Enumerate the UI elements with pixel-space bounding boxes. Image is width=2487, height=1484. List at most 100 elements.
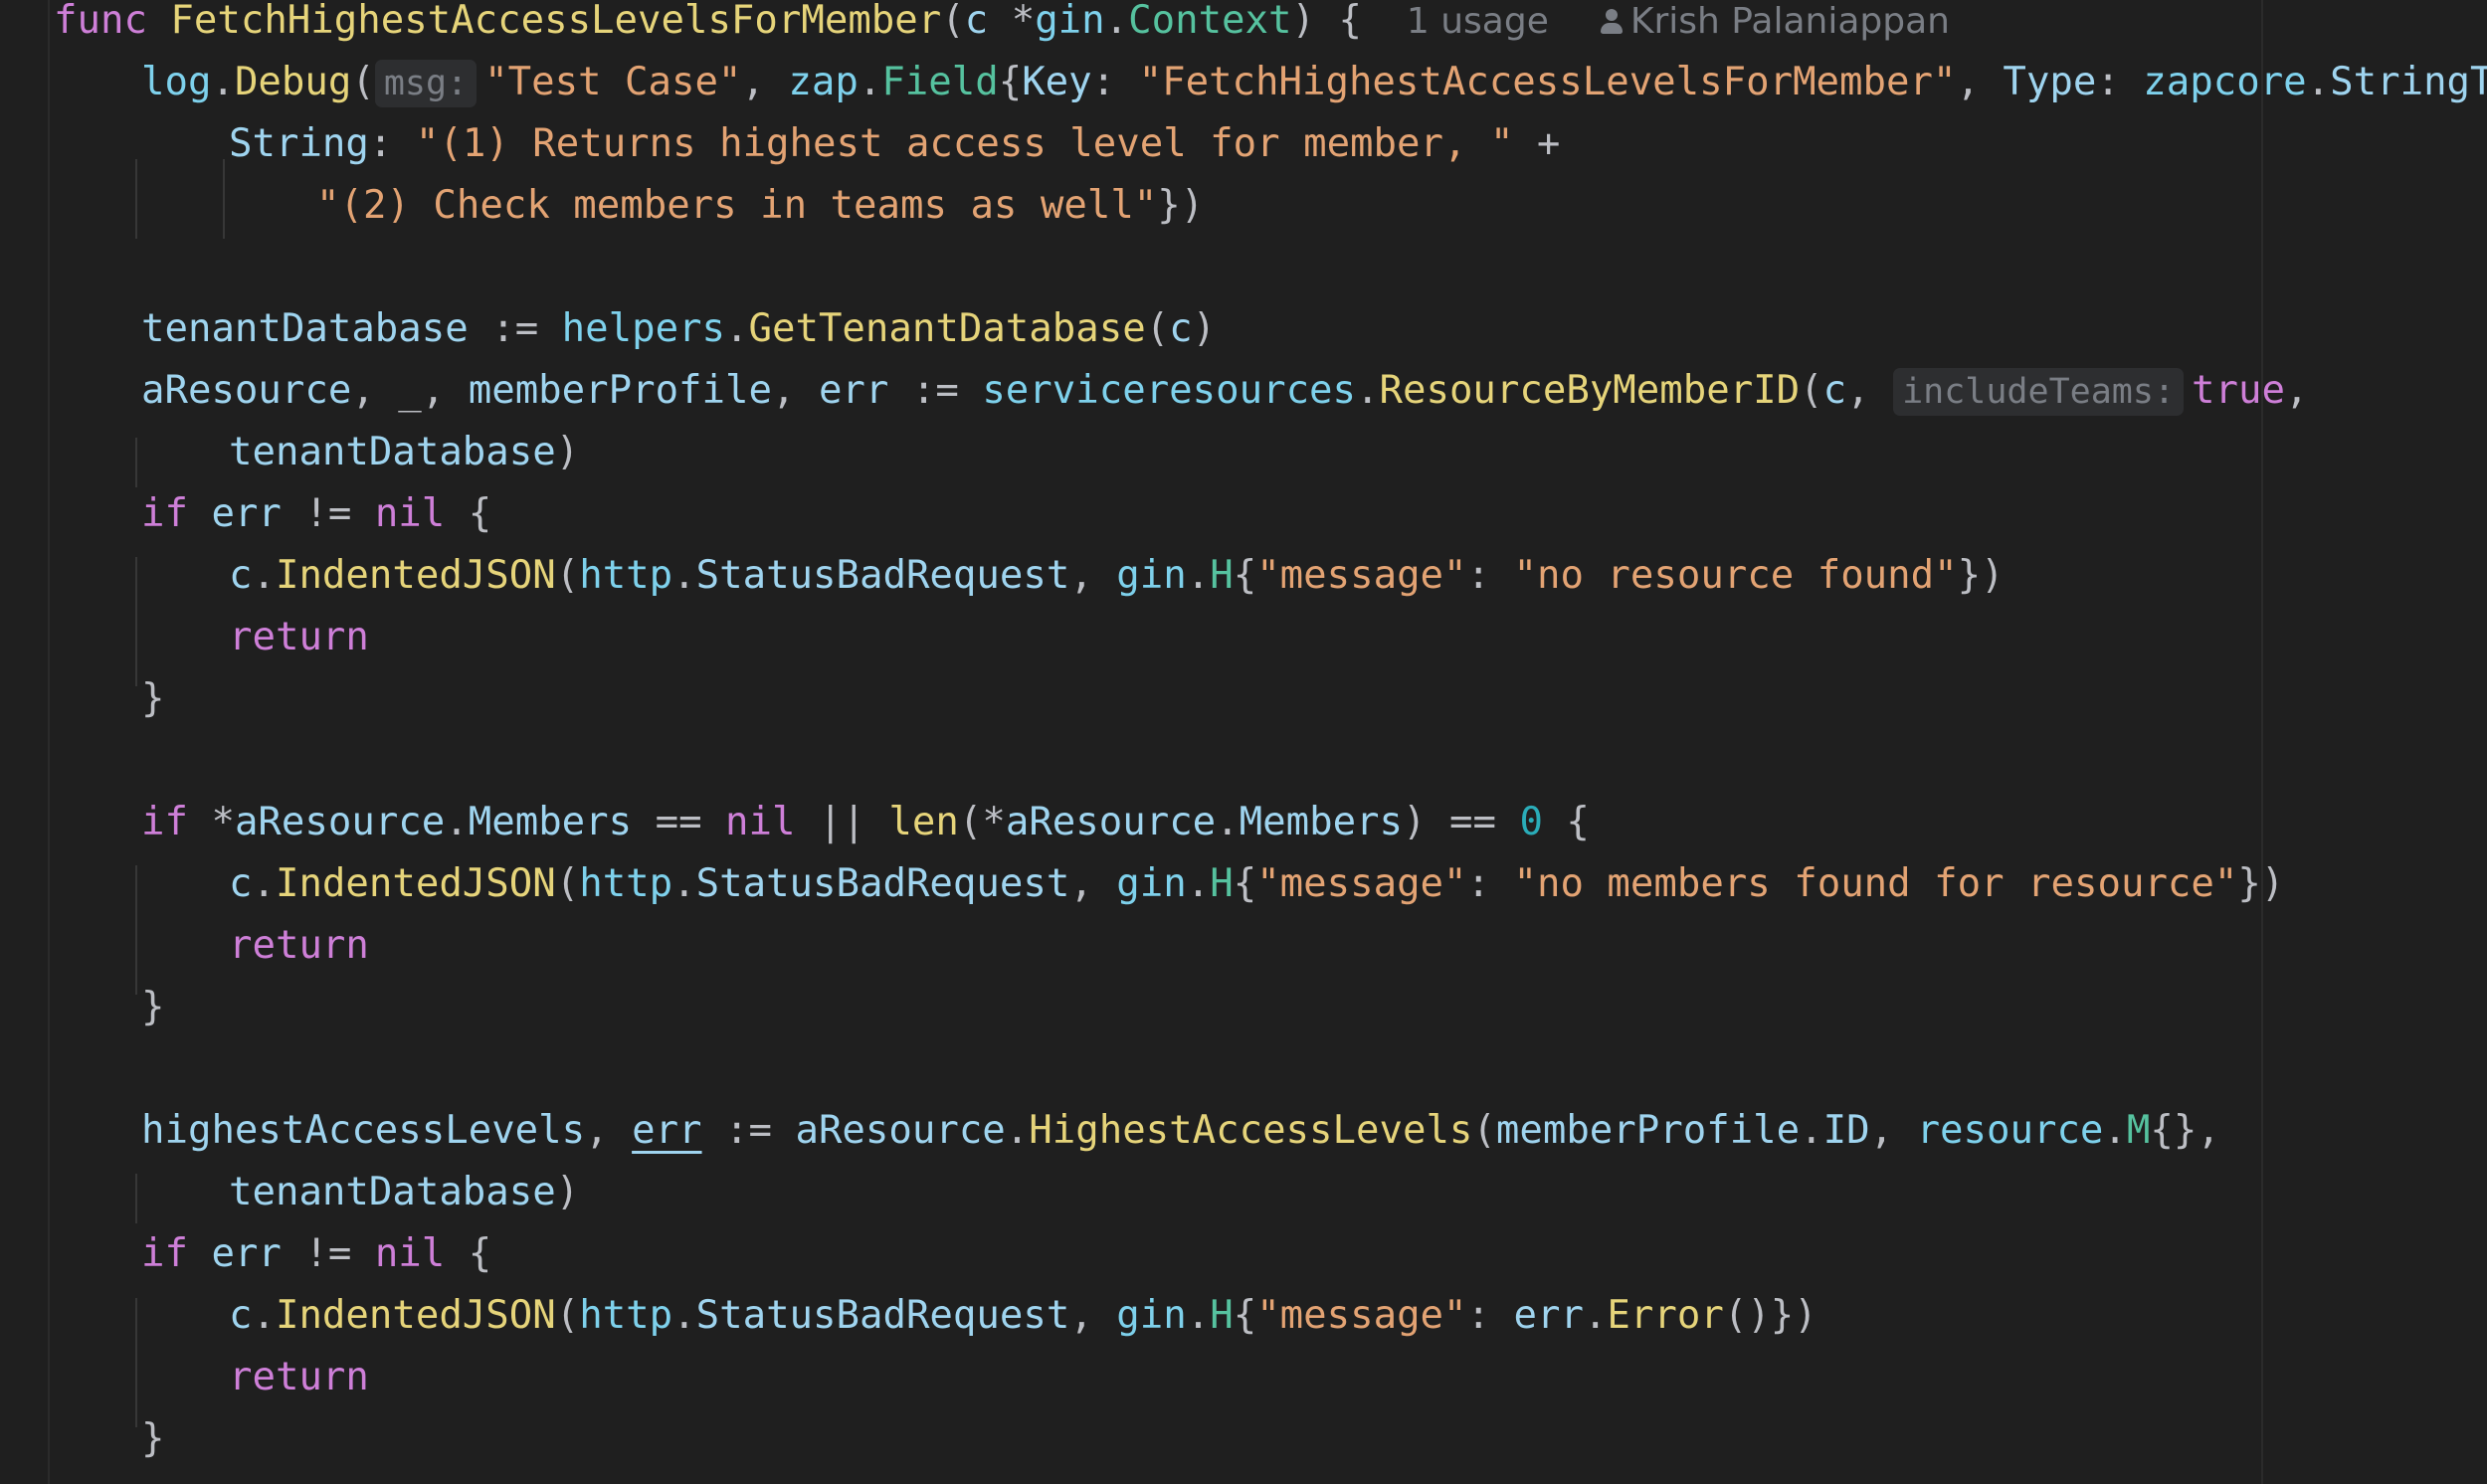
usage-count-label[interactable]: 1 usage [1395, 1, 1549, 42]
code-token: , [771, 368, 819, 413]
code-line[interactable]: c.IndentedJSON(http.StatusBadRequest, gi… [229, 545, 2005, 607]
code-token: IndentedJSON [275, 861, 556, 906]
code-token: { [1233, 553, 1257, 598]
code-token: . [1005, 1108, 1030, 1153]
code-line[interactable]: aResource, _, memberProfile, err := serv… [141, 360, 2308, 422]
code-token: . [1186, 1293, 1211, 1338]
code-line[interactable]: "(2) Check members in teams as well"}) [316, 175, 1204, 237]
code-token: , [1069, 553, 1117, 598]
code-line[interactable]: String: "(1) Returns highest access leve… [229, 113, 1560, 175]
code-line[interactable]: if *aResource.Members == nil || len(*aRe… [141, 792, 1590, 853]
code-token: M [2126, 1108, 2151, 1153]
code-token: ( [555, 553, 580, 598]
code-token: memberProfile [1495, 1108, 1801, 1153]
code-token: Error [1607, 1293, 1724, 1338]
code-token: ( [1472, 1108, 1496, 1153]
code-token: aResource [234, 800, 446, 844]
code-token: : [1466, 1293, 1514, 1338]
code-token: ID [1822, 1108, 1870, 1153]
code-token: 0 [1519, 800, 1543, 844]
code-token: . [2306, 60, 2331, 104]
code-line[interactable]: c.IndentedJSON(http.StatusBadRequest, gi… [229, 1285, 1817, 1347]
code-token: gin [1035, 0, 1105, 43]
code-token: + [1513, 121, 1561, 166]
code-token: }) [2237, 861, 2285, 906]
code-line[interactable]: } [141, 1408, 164, 1470]
code-line[interactable]: tenantDatabase) [229, 1162, 579, 1223]
code-line[interactable]: log.Debug(msg: "Test Case", zap.Field{Key… [141, 52, 2487, 113]
code-token: FetchHighestAccessLevelsForMember [170, 0, 942, 43]
code-line[interactable]: return [229, 915, 369, 977]
code-token: Members [468, 800, 633, 844]
code-token: . [1583, 1293, 1608, 1338]
code-token: * [211, 800, 235, 844]
code-token: c [1822, 368, 1847, 413]
code-token: , [2284, 368, 2309, 413]
code-line[interactable]: func FetchHighestAccessLevelsForMember(c… [54, 0, 1950, 52]
code-token: GetTenantDatabase [748, 306, 1146, 351]
code-token: ( [555, 861, 580, 906]
code-token: err [211, 1231, 282, 1276]
code-token: ()}) [1723, 1293, 1817, 1338]
code-token: HighestAccessLevels [1029, 1108, 1473, 1153]
code-line[interactable]: tenantDatabase) [229, 422, 579, 483]
code-token: aResource [795, 1108, 1006, 1153]
code-token: IndentedJSON [275, 1293, 556, 1338]
code-token: . [858, 60, 882, 104]
code-token: . [1800, 1108, 1823, 1153]
code-line[interactable]: } [141, 977, 164, 1038]
code-token: , [1869, 1108, 1917, 1153]
code-line[interactable]: tenantDatabase := helpers.GetTenantDatab… [141, 298, 1216, 360]
code-token: "no resource found" [1513, 553, 1958, 598]
code-token: gin [1116, 861, 1187, 906]
code-token: c [1169, 306, 1193, 351]
code-token: != [281, 491, 375, 536]
code-token: ( [941, 0, 965, 43]
code-line[interactable]: } [141, 668, 164, 730]
code-token: "(2) Check members in teams as well" [316, 183, 1158, 228]
code-token: : [368, 121, 416, 166]
code-token: || [795, 800, 889, 844]
code-editor[interactable]: func FetchHighestAccessLevelsForMember(c… [0, 0, 2487, 1484]
code-token: . [672, 861, 696, 906]
code-token: err [632, 1108, 702, 1153]
code-line[interactable]: if err != nil { [141, 483, 491, 545]
code-token: helpers [561, 306, 726, 351]
code-token: . [725, 306, 749, 351]
indent-guide [135, 1298, 137, 1427]
code-token: tenantDatabase [229, 1170, 556, 1214]
code-line[interactable]: return [229, 607, 369, 668]
code-line[interactable]: c.IndentedJSON(http.StatusBadRequest, gi… [229, 853, 2284, 915]
code-token: aResource [1005, 800, 1217, 844]
code-token: http [579, 861, 673, 906]
code-token: StringType [2330, 60, 2487, 104]
code-token: , [1069, 861, 1117, 906]
code-token: serviceresources [982, 368, 1357, 413]
code-token: , [585, 1108, 633, 1153]
code-token: "no members found for resource" [1513, 861, 2238, 906]
code-line[interactable]: if err != nil { [141, 1223, 491, 1285]
code-line[interactable]: highestAccessLevels, err := aResource.Hi… [141, 1100, 2220, 1162]
indent-guide [135, 159, 137, 239]
code-token: c [229, 553, 253, 598]
code-token: StatusBadRequest [695, 1293, 1070, 1338]
code-token: true [2192, 368, 2285, 413]
code-token: * [1011, 0, 1036, 43]
code-token: != [281, 1231, 375, 1276]
code-token: }) [1957, 553, 2005, 598]
code-token: ( [1145, 306, 1170, 351]
code-token: H [1210, 1293, 1234, 1338]
code-token: { [1233, 861, 1257, 906]
right-margin-guide [2261, 0, 2263, 1484]
code-token: c [964, 0, 1012, 43]
code-line[interactable]: return [229, 1347, 369, 1408]
code-token: : [1466, 553, 1514, 598]
code-token: . [252, 553, 276, 598]
code-token: err [818, 368, 889, 413]
code-token: gin [1116, 553, 1187, 598]
code-token: nil [725, 800, 796, 844]
code-token: , [1956, 60, 2004, 104]
code-token: . [2103, 1108, 2127, 1153]
author-label[interactable]: Krish Palaniappan [1630, 1, 1950, 42]
code-token: return [229, 1355, 369, 1399]
